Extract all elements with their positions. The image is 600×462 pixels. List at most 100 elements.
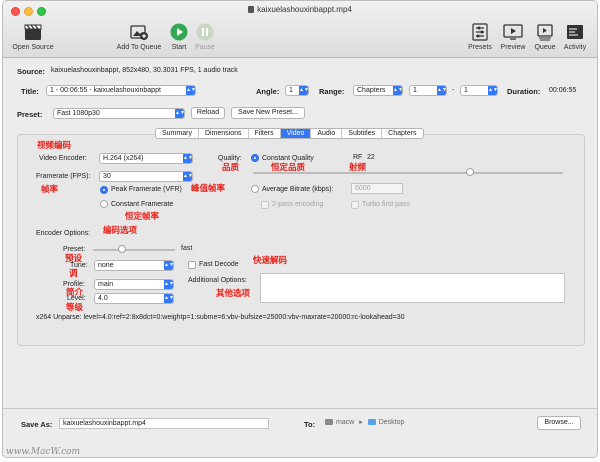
home-folder-icon: [325, 419, 333, 425]
constant-framerate-label: Constant Framerate: [111, 201, 174, 208]
chevron-updown-icon: ▲▼: [183, 172, 193, 181]
video-encoder-select[interactable]: H.264 (x264) ▲▼: [99, 153, 193, 164]
average-bitrate-label: Average Bitrate (kbps):: [262, 186, 334, 193]
annotation-peak-framerate: 峰值帧率: [191, 183, 226, 193]
average-bitrate-radio[interactable]: [251, 185, 259, 193]
title-label: Title:: [21, 87, 39, 96]
constant-framerate-radio[interactable]: [100, 200, 108, 208]
turbo-first-pass-checkbox[interactable]: [351, 201, 359, 209]
angle-select[interactable]: 1 ▲▼: [285, 85, 309, 96]
tab-subtitles[interactable]: Subtitles: [342, 129, 383, 138]
start-button[interactable]: Start: [167, 23, 191, 51]
chevron-updown-icon: ▲▼: [183, 154, 193, 163]
queue-button[interactable]: Queue: [530, 23, 560, 51]
add-to-queue-button[interactable]: Add To Queue: [111, 23, 167, 51]
presets-icon: [472, 23, 488, 41]
tab-chapters[interactable]: Chapters: [382, 129, 422, 138]
preset-label: Preset:: [17, 110, 43, 119]
path-folder: Desktop: [378, 419, 405, 426]
presets-button[interactable]: Presets: [465, 23, 495, 51]
open-source-label: Open Source: [12, 44, 54, 51]
activity-label: Activity: [563, 44, 587, 51]
fast-decode-label: Fast Decode: [199, 261, 239, 268]
annotation-level: 等级: [66, 302, 84, 312]
pause-button[interactable]: Pause: [192, 23, 218, 51]
fast-decode-checkbox[interactable]: [188, 261, 196, 269]
document-icon: [248, 6, 255, 13]
tab-filters[interactable]: Filters: [249, 129, 281, 138]
folder-icon: [367, 419, 376, 425]
preview-button[interactable]: Preview: [497, 23, 529, 51]
constant-quality-radio[interactable]: [251, 154, 259, 162]
chevron-updown-icon: ▲▼: [164, 294, 174, 303]
rf-slider-knob[interactable]: [466, 168, 474, 176]
path-user: macw: [336, 419, 355, 426]
activity-button[interactable]: Activity: [559, 23, 591, 51]
save-as-field[interactable]: kaixuelashouxinbappt.mp4: [59, 418, 269, 429]
additional-options-textarea[interactable]: [260, 273, 565, 303]
toolbar: kaixuelashouxinbappt.mp4 Open Source Add…: [3, 1, 597, 58]
clapperboard-icon: [24, 24, 42, 40]
app-window: kaixuelashouxinbappt.mp4 Open Source Add…: [2, 0, 598, 458]
tune-select[interactable]: none ▲▼: [94, 260, 174, 271]
chevron-updown-icon: ▲▼: [164, 280, 174, 289]
path-separator: ▸: [359, 419, 363, 426]
two-pass-checkbox[interactable]: [261, 201, 269, 209]
range-from-value: 1: [413, 87, 417, 94]
settings-tab-bar: Summary Dimensions Filters Video Audio S…: [155, 128, 424, 139]
peak-framerate-label: Peak Framerate (VFR): [111, 186, 182, 193]
tab-audio[interactable]: Audio: [311, 129, 343, 138]
range-to-select[interactable]: 1 ▲▼: [460, 85, 498, 96]
title-select[interactable]: 1 - 00:06:55 - kaixuelashouxinbappt ▲▼: [46, 85, 196, 96]
annotation-encoder-options: 编码选项: [103, 225, 138, 235]
presets-label: Presets: [468, 44, 492, 51]
range-type-select[interactable]: Chapters ▲▼: [353, 85, 403, 96]
annotation-framerate: 帧率: [41, 184, 59, 194]
profile-value: main: [98, 281, 114, 288]
watermark: www.MacW.com: [6, 447, 81, 457]
start-label: Start: [171, 44, 187, 51]
tab-summary[interactable]: Summary: [156, 129, 199, 138]
preview-icon: [503, 24, 523, 40]
annotation-quality: 品质: [222, 162, 240, 172]
footer-bar: [3, 408, 597, 457]
angle-select-value: 1: [289, 87, 293, 94]
level-select[interactable]: 4.0 ▲▼: [94, 293, 174, 304]
framerate-value: 30: [103, 173, 111, 180]
range-label: Range:: [319, 87, 345, 96]
range-from-select[interactable]: 1 ▲▼: [409, 85, 447, 96]
add-to-queue-label: Add To Queue: [116, 44, 162, 51]
destination-path[interactable]: macw ▸ Desktop: [323, 417, 533, 429]
framerate-label: Framerate (FPS):: [36, 173, 91, 180]
range-to-value: 1: [464, 87, 468, 94]
activity-icon: [567, 25, 583, 39]
to-label: To:: [304, 420, 316, 429]
preset-select[interactable]: Fast 1080p30 ▲▼: [53, 108, 185, 119]
duration-label: Duration:: [507, 87, 541, 96]
additional-options-label: Additional Options:: [188, 277, 247, 284]
turbo-first-pass-label: Turbo first pass: [362, 201, 410, 208]
open-source-button[interactable]: Open Source: [7, 23, 59, 51]
browse-button[interactable]: Browse...: [537, 416, 581, 430]
duration-value: 00:06:55: [549, 87, 577, 94]
rf-label: RF: [353, 154, 363, 161]
chevron-updown-icon: ▲▼: [175, 109, 185, 118]
profile-select[interactable]: main ▲▼: [94, 279, 174, 290]
rf-slider-track[interactable]: [253, 172, 563, 174]
video-encoder-value: H.264 (x264): [103, 155, 144, 162]
encoder-options-heading: Encoder Options:: [36, 230, 91, 237]
reload-button[interactable]: Reload: [191, 107, 225, 119]
chevron-updown-icon: ▲▼: [488, 86, 498, 95]
tab-dimensions[interactable]: Dimensions: [199, 129, 249, 138]
encoder-preset-slider-track[interactable]: [93, 249, 175, 251]
tab-video[interactable]: Video: [280, 129, 312, 138]
peak-framerate-radio[interactable]: [100, 186, 108, 194]
save-new-preset-button[interactable]: Save New Preset...: [231, 107, 305, 119]
annotation-fast-decode: 快速解码: [253, 255, 288, 265]
framerate-select[interactable]: 30 ▲▼: [99, 171, 193, 182]
preset-select-value: Fast 1080p30: [57, 110, 100, 117]
bitrate-field[interactable]: 6000: [351, 183, 403, 194]
annotation-tune: 调: [69, 268, 78, 278]
encoder-preset-slider-knob[interactable]: [117, 245, 126, 253]
window-title: kaixuelashouxinbappt.mp4: [3, 5, 597, 14]
